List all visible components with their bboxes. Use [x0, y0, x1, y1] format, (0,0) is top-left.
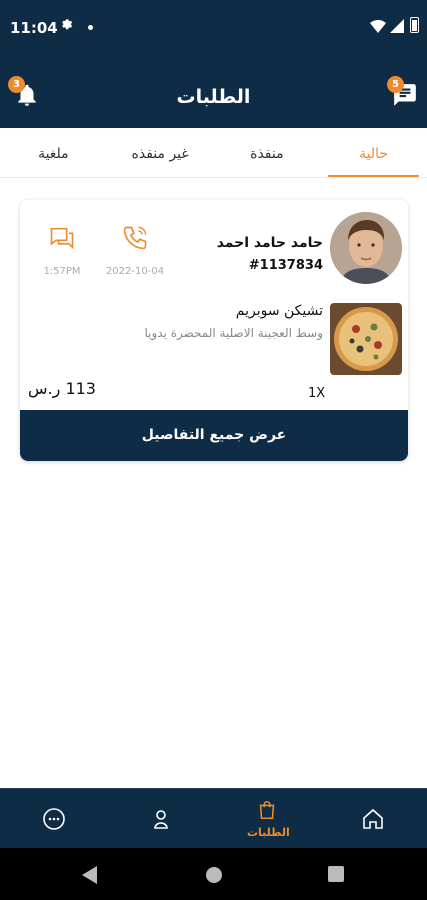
- view-details-button[interactable]: عرض جميع التفاصيل: [20, 410, 408, 461]
- system-home-button[interactable]: [205, 866, 223, 888]
- nav-more[interactable]: [34, 807, 74, 835]
- order-number: #1137834: [248, 258, 323, 273]
- bottom-nav: الطلبات: [0, 788, 427, 848]
- order-card: حامد حامد احمد #1137834 2022-10-04 1:57P…: [20, 200, 408, 461]
- customer-name: حامد حامد احمد: [216, 235, 323, 251]
- nav-home[interactable]: [353, 807, 393, 835]
- settings-gear-icon: [60, 16, 74, 35]
- phone-icon: [123, 226, 147, 250]
- messages-button[interactable]: 5: [387, 76, 418, 112]
- notification-dot-icon: [88, 25, 93, 30]
- call-customer-button[interactable]: 2022-10-04: [100, 224, 170, 277]
- message-customer-button[interactable]: 1:57PM: [27, 224, 97, 277]
- system-back-button[interactable]: [82, 866, 98, 888]
- nav-profile[interactable]: [141, 807, 181, 835]
- nav-orders[interactable]: الطلبات: [247, 799, 290, 839]
- recents-square-icon: [328, 866, 344, 882]
- home-circle-icon: [206, 867, 222, 883]
- tab-current[interactable]: حالية: [320, 128, 427, 177]
- chat-bubble-icon: [50, 227, 74, 250]
- wifi-icon: [370, 18, 386, 37]
- item-description: وسط العجينة الاصلية المحضرة يدويا: [144, 326, 323, 340]
- tab-completed[interactable]: منفذة: [214, 128, 321, 177]
- back-triangle-icon: [82, 866, 97, 884]
- message-time: 1:57PM: [43, 266, 81, 277]
- home-icon: [363, 808, 383, 829]
- message-count-badge: 5: [387, 76, 404, 93]
- more-icon: [43, 808, 65, 830]
- nav-orders-label: الطلبات: [247, 826, 290, 839]
- order-price: 113 ر.س: [28, 379, 96, 398]
- shopping-bag-icon: [259, 801, 275, 820]
- app-bar: 3 الطلبات 5: [0, 56, 427, 128]
- order-status-tabs: حالية منفذة غير منفذه ملغية: [0, 128, 427, 178]
- signal-icon: [390, 18, 404, 37]
- user-icon: [154, 810, 168, 829]
- customer-avatar: [330, 212, 402, 284]
- item-image: [330, 303, 402, 375]
- tab-not-completed[interactable]: غير منفذه: [107, 128, 214, 177]
- call-date: 2022-10-04: [105, 266, 165, 277]
- tab-cancelled[interactable]: ملغية: [0, 128, 107, 177]
- page-title: الطلبات: [176, 86, 251, 108]
- system-recents-button[interactable]: [328, 866, 344, 886]
- item-name: تشيكن سوبريم: [235, 303, 323, 319]
- battery-icon: [410, 17, 419, 33]
- item-quantity: 1X: [308, 386, 326, 401]
- status-time: 11:04: [10, 19, 58, 37]
- status-bar: 11:04: [0, 0, 427, 56]
- system-navigation-bar: [0, 848, 427, 900]
